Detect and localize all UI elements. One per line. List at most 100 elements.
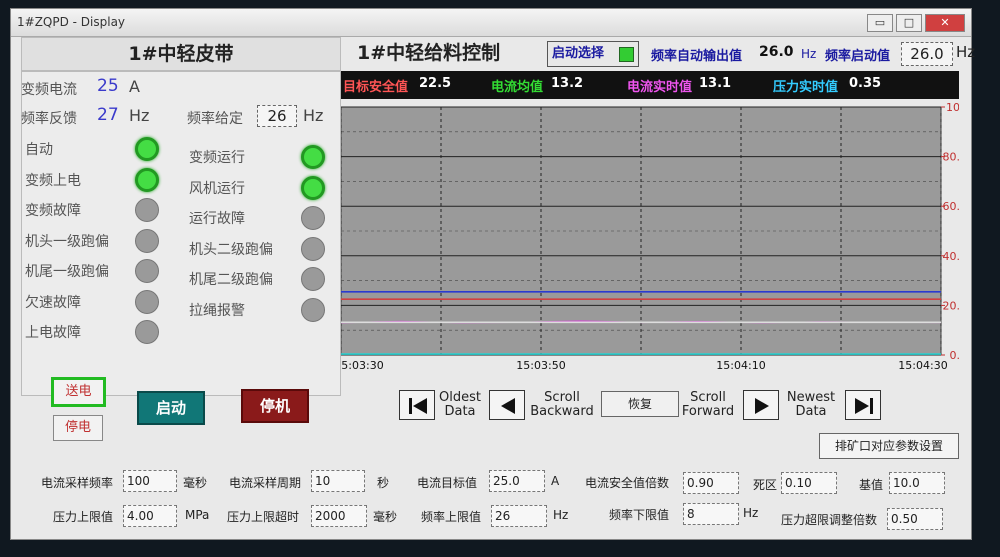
send-power-button[interactable]: 送电 xyxy=(51,377,106,407)
oldest-data-label: Oldest Data xyxy=(439,390,481,419)
indicator-label-left-5: 欠速故障 xyxy=(25,294,81,311)
sample-period-input[interactable]: 10 xyxy=(311,470,365,492)
indicator-label-right-4: 机尾二级跑偏 xyxy=(189,272,273,288)
freq-set-label: 频率给定 xyxy=(187,111,243,127)
indicator-label-left-1: 变频上电 xyxy=(25,172,81,189)
stop-button[interactable]: 停机 xyxy=(241,389,309,423)
close-button[interactable]: ✕ xyxy=(925,14,965,32)
rt-current-value: 13.1 xyxy=(699,76,732,91)
indicator-label-right-2: 运行故障 xyxy=(189,211,245,227)
indicator-lamp-icon xyxy=(301,206,325,230)
indicator-label-right-1: 风机运行 xyxy=(189,180,245,197)
indicator-lamp-icon xyxy=(301,145,325,169)
param-settings-button[interactable]: 排矿口对应参数设置 xyxy=(819,433,959,459)
oldest-data-button[interactable] xyxy=(399,390,435,420)
arrow-left-icon xyxy=(501,398,515,414)
base-label: 基值 xyxy=(859,478,884,492)
indicator-lamp-icon xyxy=(301,175,325,200)
rt-current-label: 电流实时值 xyxy=(627,80,693,95)
freq-auto-value: 26.0 xyxy=(759,44,794,60)
x-tick-time: 15:04:30 xyxy=(898,359,947,372)
freq-lower-label: 频率下限值 xyxy=(609,508,670,522)
indicator-label-left-6: 上电故障 xyxy=(25,325,81,341)
freq-set-unit: Hz xyxy=(303,106,324,125)
x-tick-date: 2021/1/11 xyxy=(341,372,387,373)
start-button[interactable]: 启动 xyxy=(137,391,205,425)
rt-safety-value: 22.5 xyxy=(419,76,452,91)
freq-lower-unit: Hz xyxy=(743,506,759,520)
indicator-lamp-icon xyxy=(301,297,325,322)
freq-auto-unit: Hz xyxy=(801,47,817,61)
scroll-forward-label: Scroll Forward xyxy=(681,390,735,419)
sample-period-unit: 秒 xyxy=(377,476,390,490)
indicator-label-right-3: 机头二级跑偏 xyxy=(189,241,273,258)
indicator-lamp-icon xyxy=(135,198,159,222)
rt-pressure-label: 压力实时值 xyxy=(773,80,839,95)
belt-title: 1#中轻皮带 xyxy=(21,37,341,71)
y-tick-label: 100 xyxy=(946,101,959,114)
over-mult-input[interactable]: 0.50 xyxy=(887,508,943,530)
freq-feedback-value: 27 xyxy=(97,105,119,125)
screen-background: 1#ZQPD - Display ▭ □ ✕ 1#中轻皮带 1#中轻给料控制 启… xyxy=(0,0,1000,557)
deadband-input[interactable]: 0.10 xyxy=(781,472,837,494)
title-bar: 1#ZQPD - Display ▭ □ ✕ xyxy=(11,9,971,37)
trend-chart-svg: 10080.060.040.020.00.015:03:302021/1/111… xyxy=(341,101,960,373)
skip-forward-icon xyxy=(855,398,873,414)
freq-start-input[interactable]: 26.0 xyxy=(901,42,953,66)
indicator-label-left-3: 机头一级跑偏 xyxy=(25,233,109,250)
x-tick-date: 2021/1/11 xyxy=(513,372,569,373)
scroll-backward-label: Scroll Backward xyxy=(530,390,594,419)
sample-freq-input[interactable]: 100 xyxy=(123,470,177,492)
display-window: 1#ZQPD - Display ▭ □ ✕ 1#中轻皮带 1#中轻给料控制 启… xyxy=(10,8,976,540)
window-title: 1#ZQPD - Display xyxy=(17,15,126,29)
newest-data-button[interactable] xyxy=(845,390,881,420)
stop-power-button[interactable]: 停电 xyxy=(53,415,103,441)
current-label: 变频电流 xyxy=(21,82,77,98)
sample-freq-unit: 毫秒 xyxy=(183,476,208,490)
start-select-button[interactable]: 启动选择 xyxy=(547,41,639,67)
sample-period-label: 电流采样周期 xyxy=(229,476,302,490)
current-unit: A xyxy=(129,77,140,96)
press-timeout-unit: 毫秒 xyxy=(373,510,398,524)
freq-lower-input[interactable]: 8 xyxy=(683,503,739,525)
scroll-forward-button[interactable] xyxy=(743,390,779,420)
indicator-lamp-icon xyxy=(135,289,159,314)
scroll-backward-button[interactable] xyxy=(489,390,525,420)
y-tick-label: 0.0 xyxy=(950,349,960,362)
target-unit: A xyxy=(551,474,560,488)
freq-start-label: 频率启动值 xyxy=(825,49,891,64)
arrow-right-icon xyxy=(755,398,769,414)
minimize-button[interactable]: ▭ xyxy=(867,14,893,32)
press-timeout-label: 压力上限超时 xyxy=(227,510,300,524)
target-input[interactable]: 25.0 xyxy=(489,470,545,492)
rt-pressure-value: 0.35 xyxy=(849,76,882,91)
restore-button[interactable]: 恢复 xyxy=(601,391,679,417)
indicator-label-left-2: 变频故障 xyxy=(25,203,81,219)
press-upper-input[interactable]: 4.00 xyxy=(123,505,177,527)
freq-upper-input[interactable]: 26 xyxy=(491,505,547,527)
indicator-lamp-icon xyxy=(135,320,159,344)
rt-avg-value: 13.2 xyxy=(551,76,584,91)
press-timeout-input[interactable]: 2000 xyxy=(311,505,367,527)
realtime-bar: 目标安全值 22.5 电流均值 13.2 电流实时值 13.1 压力实时值 0.… xyxy=(341,71,959,99)
maximize-button[interactable]: □ xyxy=(896,14,922,32)
safety-mult-label: 电流安全值倍数 xyxy=(585,476,670,490)
trend-chart: 10080.060.040.020.00.015:03:302021/1/111… xyxy=(341,99,959,373)
deadband-label: 死区 xyxy=(753,478,778,492)
base-input[interactable]: 10.0 xyxy=(889,472,945,494)
indicator-lamp-icon xyxy=(135,167,159,192)
freq-start-unit: Hz xyxy=(956,43,976,61)
freq-set-input[interactable]: 26 xyxy=(257,105,297,127)
target-label: 电流目标值 xyxy=(417,476,478,490)
y-tick-label: 40.0 xyxy=(943,250,960,263)
freq-feedback-unit: Hz xyxy=(129,106,150,125)
indicator-label-right-5: 拉绳报警 xyxy=(189,302,245,319)
indicator-label-left-4: 机尾一级跑偏 xyxy=(25,264,109,280)
safety-mult-input[interactable]: 0.90 xyxy=(683,472,739,494)
x-tick-time: 15:03:50 xyxy=(516,359,565,372)
x-tick-time: 15:03:30 xyxy=(341,359,384,372)
x-tick-date: 2021/1/11 xyxy=(713,372,769,373)
indicator-lamp-icon xyxy=(135,259,159,283)
rt-safety-label: 目标安全值 xyxy=(343,80,409,95)
indicator-lamp-icon xyxy=(135,137,159,161)
